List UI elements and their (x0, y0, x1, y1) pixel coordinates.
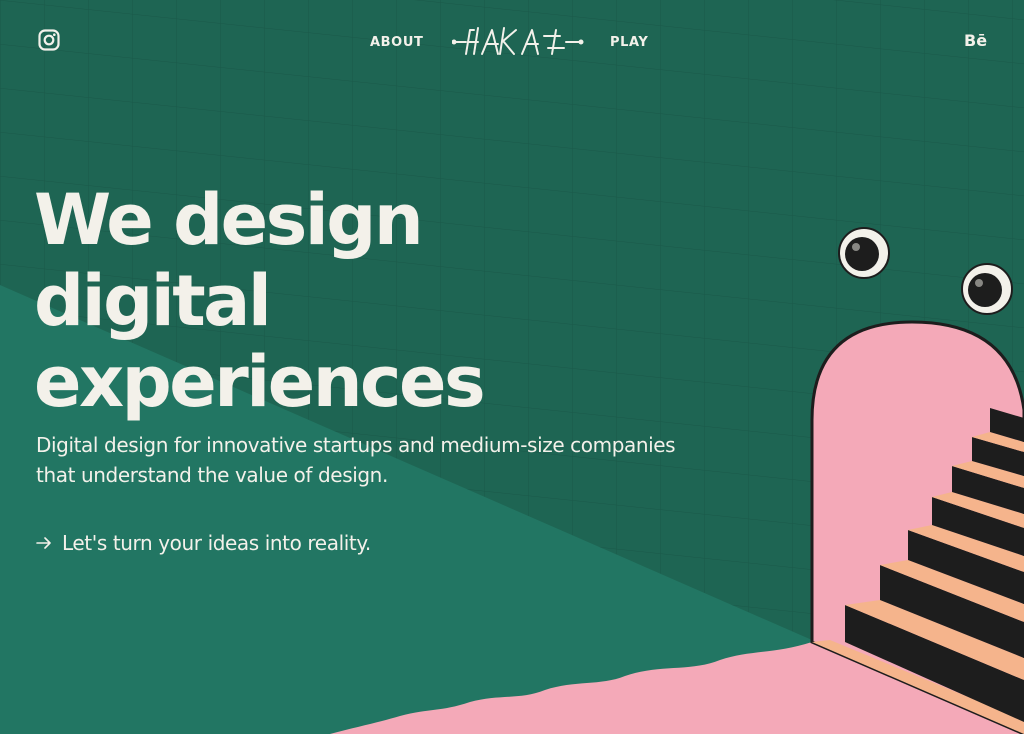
cta-link[interactable]: Let's turn your ideas into reality. (36, 529, 371, 557)
headline-line-1: We design (34, 179, 424, 261)
behance-icon[interactable]: Bē (964, 32, 987, 50)
haka-logo-graphic (451, 27, 584, 55)
headline-line-3: experiences (34, 341, 486, 423)
nav-about-link[interactable]: ABOUT (370, 36, 423, 50)
headline-line-2: digital (34, 260, 272, 342)
eye-left (838, 227, 890, 279)
instagram-icon[interactable] (38, 29, 60, 51)
top-navigation: ABOUT PLAY Bē (0, 0, 1024, 90)
hero-headline: We design digital experiences (34, 179, 486, 423)
haka-logo[interactable] (451, 22, 584, 62)
hero-subtext: Digital design for innovative startups a… (36, 433, 676, 487)
nav-play-link[interactable]: PLAY (610, 36, 648, 50)
instagram-glyph (38, 29, 60, 51)
eye-right (961, 263, 1013, 315)
arrow-right-icon (36, 537, 51, 549)
cta-label: Let's turn your ideas into reality. (62, 531, 371, 555)
